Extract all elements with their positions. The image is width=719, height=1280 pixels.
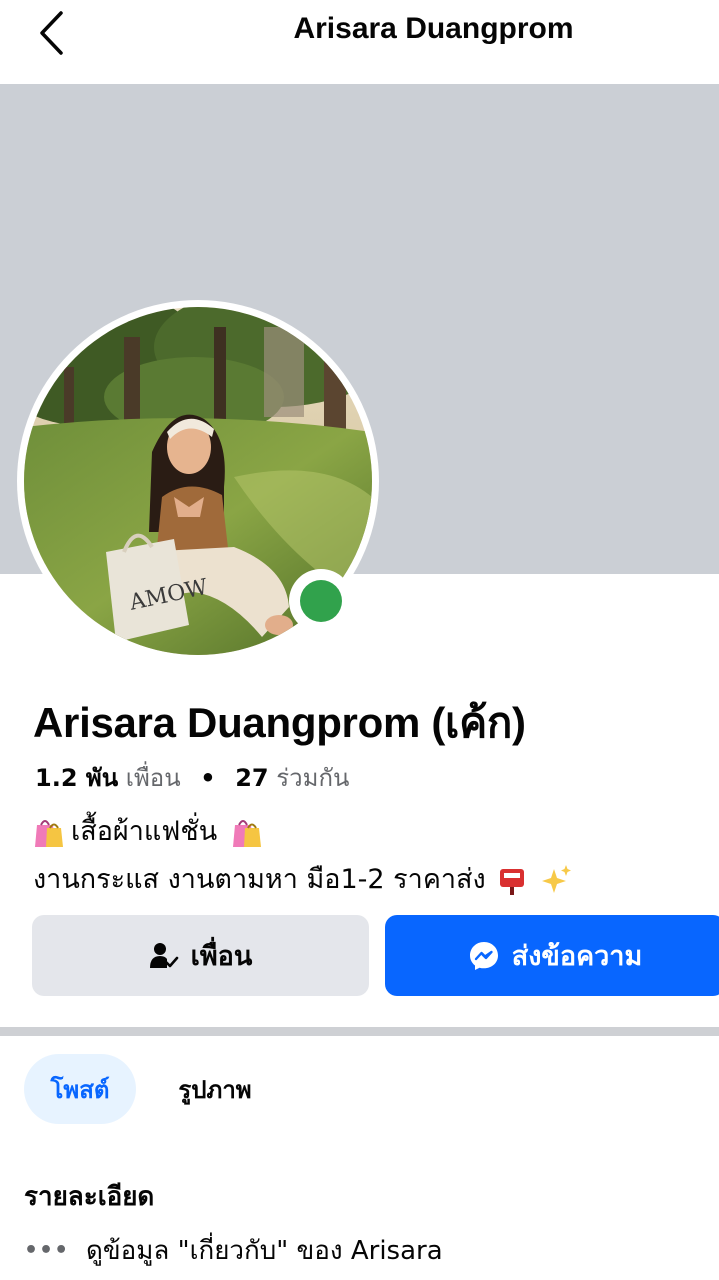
bio-line-1-text: เสื้อผ้าแฟชั่น xyxy=(71,816,218,847)
mutual-friends-label: ร่วมกัน xyxy=(276,764,350,792)
bio-line-2-text: งานกระแส งานตามหา มือ1-2 ราคาส่ง xyxy=(33,864,486,895)
shopping-bags-icon xyxy=(233,820,262,847)
more-dots-icon: ••• xyxy=(24,1238,70,1263)
friend-check-icon xyxy=(149,942,179,970)
details-heading: รายละเอียด xyxy=(24,1182,155,1212)
friends-button[interactable]: เพื่อน xyxy=(32,915,369,996)
section-divider xyxy=(0,1027,719,1036)
friends-count: 1.2 พัน xyxy=(35,764,119,792)
sparkles-icon xyxy=(541,865,571,893)
top-bar: Arisara Duangprom xyxy=(0,0,719,84)
shopping-bags-icon xyxy=(35,820,63,847)
bio-line-2: งานกระแส งานตามหา มือ1-2 ราคาส่ง xyxy=(33,856,572,904)
stats-separator: • xyxy=(200,764,216,792)
tab-posts[interactable]: โพสต์ xyxy=(24,1054,136,1124)
friend-stats[interactable]: 1.2 พัน เพื่อน • 27 ร่วมกัน xyxy=(35,758,349,797)
postbox-icon xyxy=(499,869,524,895)
friends-button-label: เพื่อน xyxy=(190,941,253,972)
profile-name: Arisara Duangprom (เค้ก) xyxy=(33,699,526,746)
profile-bio: เสื้อผ้าแฟชั่น งานกระแส งานตามหา มือ1-2 … xyxy=(33,808,572,904)
mutual-friends-count: 27 xyxy=(235,764,269,792)
see-about-info-link[interactable]: ••• ดูข้อมูล "เกี่ยวกับ" ของ Arisara xyxy=(24,1230,443,1271)
tab-photos[interactable]: รูปภาพ xyxy=(160,1054,270,1124)
online-dot xyxy=(300,580,342,622)
online-status-indicator xyxy=(289,569,353,633)
see-about-info-label: ดูข้อมูล "เกี่ยวกับ" ของ Arisara xyxy=(86,1236,443,1266)
send-message-label: ส่งข้อความ xyxy=(511,941,643,972)
page-title: Arisara Duangprom xyxy=(293,12,574,45)
friends-label: เพื่อน xyxy=(125,764,181,792)
send-message-button[interactable]: ส่งข้อความ xyxy=(385,915,719,996)
messenger-icon xyxy=(468,940,500,972)
bio-line-1: เสื้อผ้าแฟชั่น xyxy=(33,808,572,856)
